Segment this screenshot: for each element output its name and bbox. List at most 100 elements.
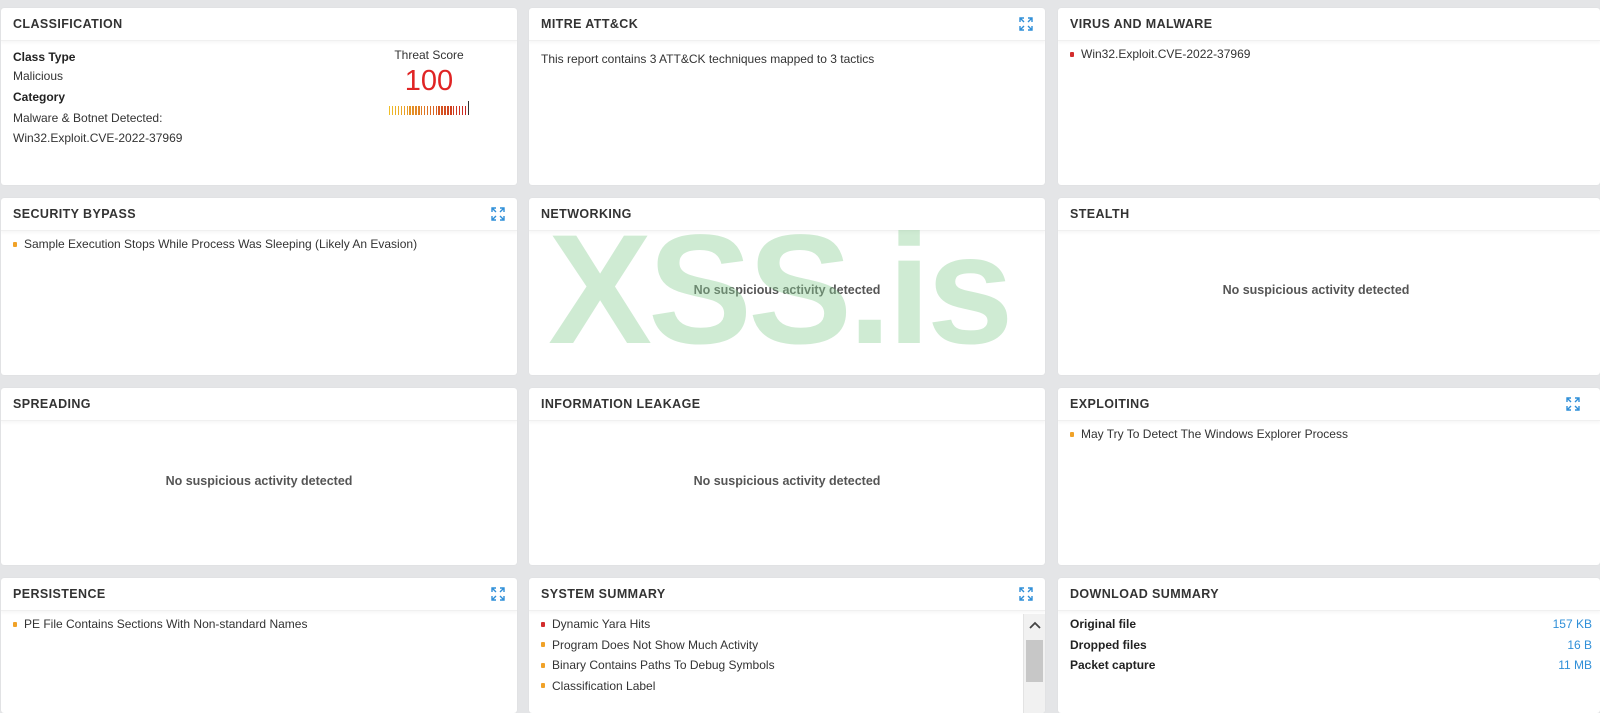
- expand-icon[interactable]: [1019, 17, 1033, 31]
- expand-icon[interactable]: [1019, 587, 1033, 601]
- expand-icon[interactable]: [1566, 397, 1580, 411]
- virus-body: Win32.Exploit.CVE-2022-37969: [1058, 41, 1600, 73]
- persistence-header: PERSISTENCE: [1, 578, 517, 611]
- mitre-summary: This report contains 3 ATT&CK techniques…: [541, 52, 875, 66]
- empty-state: No suspicious activity detected: [693, 283, 881, 297]
- mitre-panel: MITRE ATT&CK This report contains 3 ATT&…: [529, 8, 1045, 185]
- download-link[interactable]: 157 KB: [1553, 617, 1592, 631]
- severity-dot-icon: [541, 662, 545, 668]
- persistence-body: PE File Contains Sections With Non-stand…: [1, 611, 517, 643]
- meter-tick: [412, 106, 414, 115]
- mitre-body: This report contains 3 ATT&CK techniques…: [529, 41, 1045, 77]
- meter-tick: [429, 106, 432, 115]
- mitre-header: MITRE ATT&CK: [529, 8, 1045, 41]
- download-label: Original file: [1070, 617, 1137, 632]
- download-summary-body: Original file 157 KB Dropped files 16 B …: [1058, 611, 1600, 684]
- download-label: Dropped files: [1070, 637, 1147, 652]
- meter-tick: [458, 106, 461, 115]
- information-leakage-panel: INFORMATION LEAKAGE No suspicious activi…: [529, 388, 1045, 565]
- expand-icon[interactable]: [491, 587, 505, 601]
- panel-title: MITRE ATT&CK: [541, 17, 639, 31]
- meter-tick: [444, 106, 446, 115]
- exploiting-header: EXPLOITING: [1058, 388, 1600, 421]
- severity-dot-icon: [1070, 431, 1074, 437]
- security-bypass-body: Sample Execution Stops While Process Was…: [1, 231, 517, 263]
- meter-tick: [455, 106, 458, 115]
- meter-tick: [409, 106, 411, 115]
- meter-tick: [415, 106, 417, 115]
- empty-state: No suspicious activity detected: [165, 474, 353, 488]
- severity-dot-icon: [541, 621, 545, 627]
- download-link[interactable]: 16 B: [1567, 638, 1592, 652]
- meter-tick: [406, 106, 408, 115]
- information-leakage-header: INFORMATION LEAKAGE: [529, 388, 1045, 421]
- threat-score-meter: [389, 101, 469, 115]
- expand-icon[interactable]: [491, 207, 505, 221]
- security-bypass-panel: SECURITY BYPASS Sample Execution Stops W…: [1, 198, 517, 375]
- scrollbar[interactable]: [1023, 614, 1045, 713]
- stealth-panel: STEALTH No suspicious activity detected: [1058, 198, 1600, 375]
- category-value-name: Win32.Exploit.CVE-2022-37969: [13, 131, 183, 145]
- meter-tick: [453, 106, 455, 115]
- threat-score: Threat Score 100: [389, 48, 469, 115]
- meter-tick: [397, 106, 400, 115]
- security-bypass-header: SECURITY BYPASS: [1, 198, 517, 231]
- list-item[interactable]: Sample Execution Stops While Process Was…: [13, 234, 505, 255]
- download-label: Packet capture: [1070, 658, 1156, 673]
- list-item[interactable]: Dynamic Yara Hits: [541, 614, 1011, 635]
- empty-state: No suspicious activity detected: [1222, 283, 1410, 297]
- scroll-up-button[interactable]: [1024, 614, 1045, 636]
- severity-dot-icon: [1070, 51, 1074, 57]
- severity-dot-icon: [13, 241, 17, 247]
- list-item[interactable]: Binary Contains Paths To Debug Symbols: [541, 655, 1011, 676]
- download-summary-header: DOWNLOAD SUMMARY: [1058, 578, 1600, 611]
- chevron-up-icon: [1028, 621, 1041, 629]
- panel-title: SYSTEM SUMMARY: [541, 587, 666, 601]
- panel-title: PERSISTENCE: [13, 587, 106, 601]
- meter-tick: [423, 106, 426, 115]
- meter-tick: [391, 106, 394, 115]
- panel-title: INFORMATION LEAKAGE: [541, 397, 701, 411]
- list-item[interactable]: Program Does Not Show Much Activity: [541, 635, 1011, 656]
- list-item[interactable]: Classification Label: [541, 676, 1011, 697]
- panel-title: DOWNLOAD SUMMARY: [1070, 587, 1219, 601]
- persistence-panel: PERSISTENCE PE File Contains Sections Wi…: [1, 578, 517, 713]
- meter-tick: [438, 106, 440, 115]
- list-item[interactable]: Win32.Exploit.CVE-2022-37969: [1070, 44, 1588, 65]
- panel-title: EXPLOITING: [1070, 397, 1150, 411]
- severity-dot-icon: [13, 621, 17, 627]
- meter-tick: [450, 106, 452, 115]
- list-item[interactable]: May Try To Detect The Windows Explorer P…: [1070, 424, 1588, 445]
- meter-tick: [421, 106, 423, 115]
- classification-panel: CLASSIFICATION Class Type Malicious Cate…: [1, 8, 517, 185]
- system-summary-body: Dynamic Yara Hits Program Does Not Show …: [529, 611, 1045, 704]
- virus-panel: VIRUS AND MALWARE Win32.Exploit.CVE-2022…: [1058, 8, 1600, 185]
- meter-tick: [400, 106, 403, 115]
- meter-tick: [418, 106, 420, 115]
- spreading-panel: SPREADING No suspicious activity detecte…: [1, 388, 517, 565]
- meter-tick: [461, 106, 464, 115]
- download-row-dropped: Dropped files 16 B: [1070, 635, 1592, 656]
- meter-tick: [426, 106, 429, 115]
- panel-title: SPREADING: [13, 397, 91, 411]
- meter-tick: [435, 106, 437, 115]
- scroll-thumb[interactable]: [1026, 640, 1043, 682]
- system-summary-header: SYSTEM SUMMARY: [529, 578, 1045, 611]
- panel-title: NETWORKING: [541, 207, 632, 221]
- list-item[interactable]: PE File Contains Sections With Non-stand…: [13, 614, 505, 635]
- threat-score-label: Threat Score: [394, 48, 464, 62]
- empty-state: No suspicious activity detected: [693, 474, 881, 488]
- panel-title: SECURITY BYPASS: [13, 207, 136, 221]
- meter-tick: [394, 106, 397, 115]
- classification-header: CLASSIFICATION: [1, 8, 517, 41]
- stealth-header: STEALTH: [1058, 198, 1600, 231]
- spreading-header: SPREADING: [1, 388, 517, 421]
- download-link[interactable]: 11 MB: [1558, 658, 1592, 672]
- meter-tick: [447, 106, 449, 115]
- meter-tick: [389, 106, 391, 115]
- meter-tick: [464, 106, 467, 115]
- meter-tick: [441, 106, 443, 115]
- meter-tick: [432, 106, 435, 115]
- severity-dot-icon: [541, 642, 545, 648]
- system-summary-panel: SYSTEM SUMMARY Dynamic Yara Hits Program…: [529, 578, 1045, 713]
